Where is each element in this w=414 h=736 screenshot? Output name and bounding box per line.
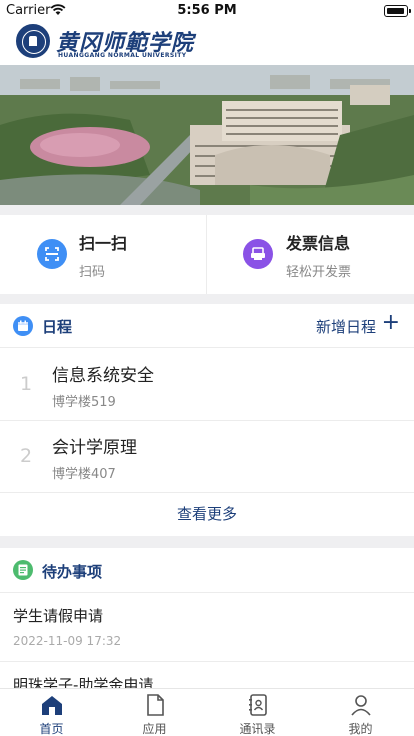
app-header: 黄冈师範学院 HUANGGANG NORMAL UNIVERSITY: [0, 22, 414, 65]
schedule-room: 博学楼519: [52, 395, 116, 410]
document-icon: [147, 694, 164, 716]
invoice-subtitle: 轻松开发票: [286, 265, 352, 280]
logo-english-name: HUANGGANG NORMAL UNIVERSITY: [58, 52, 187, 59]
todo-header: 待办事项: [0, 548, 414, 593]
plus-icon[interactable]: +: [382, 312, 400, 334]
scan-subtitle: 扫码: [79, 265, 106, 280]
schedule-card: 日程 新增日程 + 1 信息系统安全 博学楼519 2 会计学原理 博学楼407…: [0, 304, 414, 536]
clock: 5:56 PM: [177, 3, 237, 18]
tab-label: 首页: [39, 722, 64, 736]
status-bar: Carrier 5:56 PM: [0, 0, 414, 22]
schedule-index: 2: [20, 445, 33, 467]
tab-label: 应用: [142, 722, 167, 736]
tab-label: 我的: [348, 722, 373, 736]
todo-item[interactable]: 明珠学子-助学金申请: [0, 663, 414, 688]
scan-icon: [37, 239, 67, 269]
schedule-title: 日程: [42, 318, 73, 336]
schedule-header: 日程 新增日程 +: [0, 304, 414, 348]
todo-item[interactable]: 学生请假申请 2022-11-09 17:32: [0, 594, 414, 662]
battery-icon: [384, 5, 411, 17]
quick-actions-card: 扫一扫 扫码 发票信息 轻松开发票: [0, 215, 414, 294]
todo-card: 待办事项 学生请假申请 2022-11-09 17:32 明珠学子-助学金申请: [0, 548, 414, 688]
add-schedule-button[interactable]: 新增日程: [316, 316, 376, 337]
todo-name: 学生请假申请: [13, 607, 104, 625]
schedule-room: 博学楼407: [52, 467, 116, 482]
home-icon: [42, 696, 62, 715]
view-more-button[interactable]: 查看更多: [0, 493, 414, 536]
invoice-title: 发票信息: [286, 234, 351, 253]
tab-label: 通讯录: [239, 722, 276, 736]
campus-banner-image[interactable]: [0, 65, 414, 205]
invoice-action[interactable]: 发票信息 轻松开发票: [207, 215, 414, 294]
scan-title: 扫一扫: [79, 234, 128, 253]
tab-me[interactable]: 我的: [309, 689, 412, 736]
scan-action[interactable]: 扫一扫 扫码: [0, 215, 207, 294]
tab-home[interactable]: 首页: [0, 689, 103, 736]
checklist-icon: [13, 560, 33, 580]
schedule-course: 会计学原理: [52, 438, 137, 458]
schedule-item[interactable]: 2 会计学原理 博学楼407: [0, 421, 414, 493]
schedule-course: 信息系统安全: [52, 366, 154, 386]
schedule-item[interactable]: 1 信息系统安全 博学楼519: [0, 349, 414, 421]
contacts-icon: [249, 694, 267, 716]
university-seal-icon: [16, 24, 50, 58]
tab-apps[interactable]: 应用: [103, 689, 206, 736]
invoice-icon: [243, 239, 273, 269]
todo-time: 2022-11-09 17:32: [13, 634, 122, 648]
calendar-icon: [13, 316, 33, 336]
tab-contacts[interactable]: 通讯录: [206, 689, 309, 736]
bottom-tabbar: 首页 应用 通讯录 我的: [0, 688, 414, 736]
schedule-index: 1: [20, 373, 33, 395]
todo-name: 明珠学子-助学金申请: [13, 676, 154, 688]
todo-title: 待办事项: [42, 563, 103, 581]
user-icon: [351, 695, 371, 716]
